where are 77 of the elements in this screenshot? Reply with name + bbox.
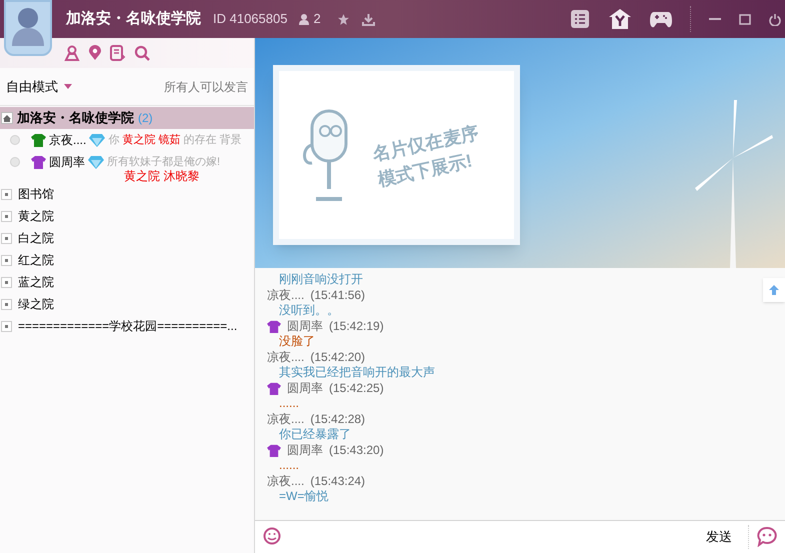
house-y-icon[interactable] <box>608 8 632 30</box>
member-status: 所有软妹子都是俺の嫁! <box>107 154 220 170</box>
message-time: (15:42:25) <box>329 380 384 397</box>
channel-name[interactable]: 白之院 <box>18 229 54 247</box>
message-text: =W=愉悦 <box>279 489 328 504</box>
collapsed-channel-icon[interactable] <box>1 298 12 310</box>
power-icon[interactable] <box>769 12 781 26</box>
group-title: 加洛安・名咏使学院 <box>66 8 201 29</box>
card-notice: 名片仅在麦序模式下展示! <box>369 122 481 192</box>
sender-name: 凉夜.... <box>267 349 304 366</box>
member-name[interactable]: 京夜.... <box>49 131 86 149</box>
gamepad-icon[interactable] <box>650 10 672 28</box>
mode-dropdown[interactable]: 自由模式 <box>6 76 72 96</box>
sender-name: 圆周率 <box>287 442 323 459</box>
minimize-icon[interactable] <box>709 17 721 21</box>
channel-name[interactable]: =============学校花园==========... <box>18 317 238 335</box>
location-pin-icon[interactable] <box>88 45 102 61</box>
member-name[interactable]: 圆周率 <box>49 153 85 171</box>
home-icon <box>1 112 13 124</box>
message-text: 其实我已经把音响开的最大声 <box>279 365 435 380</box>
collapsed-channel-icon[interactable] <box>1 320 12 332</box>
search-icon[interactable] <box>134 45 150 61</box>
speak-rule: 所有人可以发言 <box>164 78 248 96</box>
collapsed-channel-icon[interactable] <box>1 188 12 200</box>
member-count: (2) <box>138 110 153 127</box>
avatar[interactable] <box>4 0 52 56</box>
shirt-icon <box>267 444 281 456</box>
star-icon[interactable] <box>336 12 350 26</box>
shirt-icon <box>267 382 281 394</box>
channel-name[interactable]: 红之院 <box>18 251 54 269</box>
online-count: 2 <box>313 10 321 28</box>
person-icon[interactable] <box>64 45 80 61</box>
sender-name: 圆周率 <box>287 380 323 397</box>
list-icon[interactable] <box>570 9 590 29</box>
send-button[interactable]: 发送 <box>702 527 736 547</box>
message-text: ...... <box>279 458 300 473</box>
collapsed-channel-icon[interactable] <box>1 210 12 222</box>
sender-name: 凉夜.... <box>267 473 304 490</box>
member-status: 你 <box>108 132 120 148</box>
up-arrow-icon <box>769 285 779 295</box>
message-time: (15:42:28) <box>310 411 366 428</box>
group-id: ID 41065805 <box>213 10 288 28</box>
message-text: ...... <box>279 396 300 411</box>
message-time: (15:42:19) <box>329 318 384 335</box>
member-tag: 黄之院 镜茹 <box>122 132 180 148</box>
message-time: (15:43:24) <box>310 473 366 490</box>
diamond-icon <box>89 133 106 147</box>
maximize-icon[interactable] <box>739 14 751 24</box>
message-text: 你已经暴露了 <box>279 427 351 442</box>
message-text: 刚刚音响没打开 <box>279 272 363 287</box>
download-icon[interactable] <box>362 12 375 26</box>
person-icon <box>299 14 310 24</box>
message-text: 没听到。。 <box>279 303 339 318</box>
scroll-to-top-button[interactable] <box>763 278 785 302</box>
message-time: (15:43:20) <box>329 442 384 459</box>
channel-name[interactable]: 黄之院 <box>18 207 54 225</box>
sender-name: 凉夜.... <box>267 411 304 428</box>
speech-bubble-icon[interactable] <box>757 527 777 547</box>
channel-name: 加洛安・名咏使学院 <box>17 109 134 128</box>
channel-row[interactable]: 加洛安・名咏使学院 (2) <box>0 107 254 129</box>
collapsed-channel-icon[interactable] <box>1 276 12 288</box>
member-status: 的存在 背景 <box>183 132 242 148</box>
document-icon[interactable] <box>110 45 126 61</box>
channel-name[interactable]: 图书馆 <box>18 185 54 203</box>
caret-icon <box>64 84 72 89</box>
sender-name: 凉夜.... <box>267 287 304 304</box>
collapsed-channel-icon[interactable] <box>1 232 12 244</box>
diamond-icon <box>88 155 104 169</box>
message-time: (15:41:56) <box>310 287 366 304</box>
message-time: (15:42:20) <box>310 349 366 366</box>
collapsed-channel-icon[interactable] <box>1 254 12 266</box>
member-tag: 黄之院 沐晓黎 <box>124 169 254 183</box>
sender-name: 圆周率 <box>287 318 323 335</box>
shirt-icon <box>267 320 281 332</box>
channel-name[interactable]: 蓝之院 <box>18 273 54 291</box>
message-text: 没脸了 <box>279 334 315 349</box>
channel-name[interactable]: 绿之院 <box>18 295 54 313</box>
